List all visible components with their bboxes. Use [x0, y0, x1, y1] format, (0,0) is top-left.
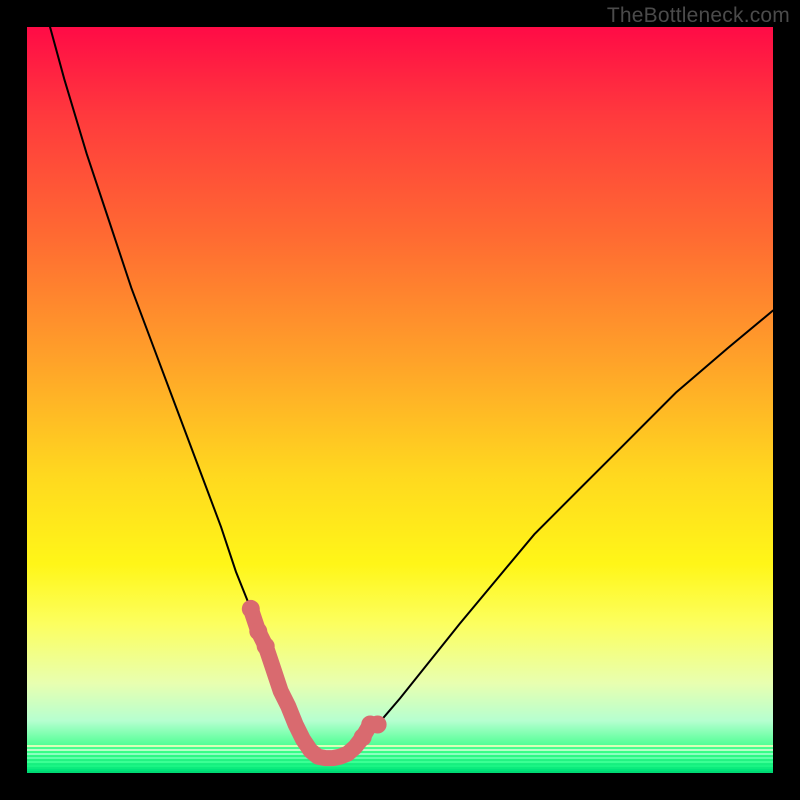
attribution-label: TheBottleneck.com: [607, 4, 790, 28]
bottleneck-curve-line: [27, 0, 773, 758]
chart-svg: [27, 27, 773, 773]
highlight-dot: [369, 716, 387, 734]
highlight-dot: [257, 637, 275, 655]
highlight-dot: [242, 600, 260, 618]
highlight-markers: [242, 600, 387, 758]
